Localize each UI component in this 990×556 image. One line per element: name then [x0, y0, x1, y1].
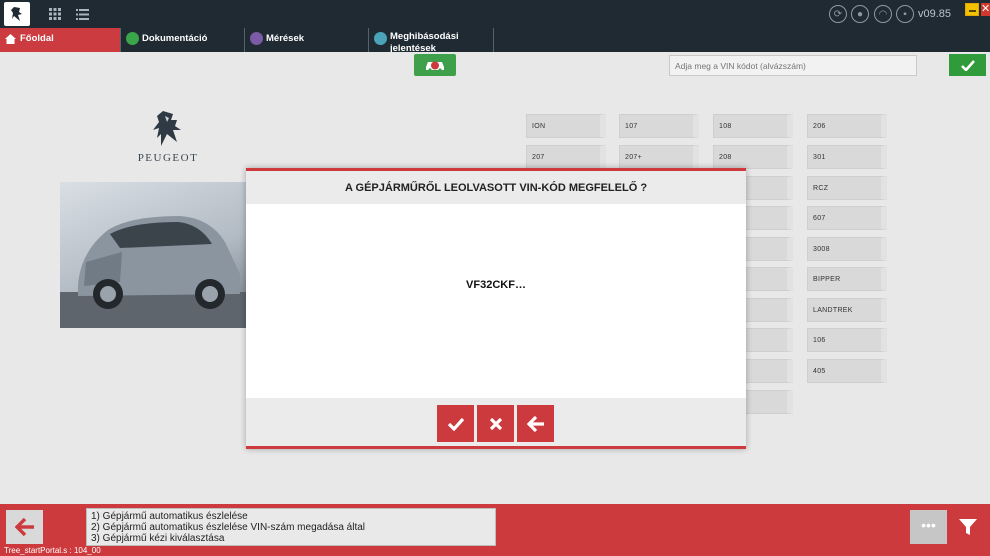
tab-bar: Főoldal Dokumentáció Mérések Meghibásodá…	[0, 28, 990, 54]
version-label: v09.85	[918, 8, 952, 20]
model-button[interactable]: 208	[713, 145, 793, 169]
step-item[interactable]: 2) Gépjármű automatikus észlelése VIN-sz…	[91, 522, 495, 533]
minimize-button[interactable]	[965, 3, 979, 16]
grid-view-icon[interactable]	[46, 6, 64, 22]
status-strip	[0, 549, 990, 556]
model-button[interactable]: 206	[807, 114, 887, 138]
dialog-back-button[interactable]	[517, 405, 554, 442]
model-button[interactable]: 405	[807, 359, 887, 383]
model-button[interactable]: 107	[619, 114, 699, 138]
close-button[interactable]: ✕	[981, 3, 990, 16]
vin-confirm-dialog: A GÉPJÁRMŰRŐL LEOLVASOTT VIN-KÓD MEGFELE…	[246, 168, 746, 449]
car-icon	[426, 61, 444, 72]
model-button[interactable]: LANDTREK	[807, 298, 887, 322]
sync-icon[interactable]: ⟳	[829, 5, 847, 23]
vin-submit-button[interactable]	[949, 54, 986, 76]
model-button[interactable]: BIPPER	[807, 267, 887, 291]
user-icon[interactable]: ●	[851, 5, 869, 23]
tab-measurements-label: Mérések	[266, 33, 305, 44]
home-icon	[4, 32, 17, 45]
model-button[interactable]: 106	[807, 328, 887, 352]
model-button[interactable]: 108	[713, 114, 793, 138]
model-button[interactable]: ION	[526, 114, 606, 138]
top-bar: ⟳ ● ◠ ▪ v09.85 ✕	[0, 0, 990, 28]
model-button[interactable]: 207	[526, 145, 606, 169]
dialog-title: A GÉPJÁRMŰRŐL LEOLVASOTT VIN-KÓD MEGFELE…	[246, 171, 746, 204]
model-button[interactable]: 301	[807, 145, 887, 169]
waveform-icon	[250, 32, 263, 45]
filter-icon	[959, 519, 977, 535]
tab-fault-reports-label: Meghibásodási jelentések	[390, 31, 459, 54]
reject-button[interactable]	[477, 405, 514, 442]
arrow-left-icon	[526, 415, 544, 432]
car-status-button[interactable]	[414, 54, 456, 76]
step-item[interactable]: 1) Gépjármű automatikus észlelése	[91, 511, 495, 522]
step-item[interactable]: 3) Gépjármű kézi kiválasztása	[91, 533, 495, 544]
check-icon	[960, 59, 975, 71]
brand-name: PEUGEOT	[137, 152, 199, 164]
arrow-left-icon	[14, 518, 34, 536]
dialog-footer	[246, 398, 746, 446]
status-text: Tree_startPortal.s : 104_00	[4, 546, 101, 555]
app-logo	[4, 2, 30, 26]
model-button[interactable]: 207+	[619, 145, 699, 169]
dialog-vin-value: VF32CKF…	[466, 279, 526, 291]
close-icon	[489, 417, 502, 430]
lock-icon[interactable]: ▪	[896, 5, 914, 23]
vin-input[interactable]	[669, 55, 917, 76]
filter-button[interactable]	[950, 510, 986, 544]
confirm-button[interactable]	[437, 405, 474, 442]
tab-home-label: Főoldal	[20, 33, 54, 44]
model-button[interactable]: RCZ	[807, 176, 887, 200]
wifi-icon[interactable]: ◠	[874, 5, 892, 23]
back-button[interactable]	[6, 510, 43, 544]
tab-fault-reports[interactable]: Meghibásodási jelentések	[370, 28, 494, 54]
model-button[interactable]: 607	[807, 206, 887, 230]
tab-documentation[interactable]: Dokumentáció	[122, 28, 245, 52]
tab-documentation-label: Dokumentáció	[142, 33, 208, 44]
check-icon	[447, 417, 464, 431]
tab-home[interactable]: Főoldal	[0, 28, 121, 52]
list-view-icon[interactable]	[73, 6, 91, 22]
car-image	[60, 182, 250, 328]
tab-measurements[interactable]: Mérések	[246, 28, 369, 52]
more-button[interactable]: •••	[910, 510, 947, 544]
fault-report-icon	[374, 32, 387, 45]
steps-list: 1) Gépjármű automatikus észlelése 2) Gép…	[86, 508, 496, 546]
model-button[interactable]: 3008	[807, 237, 887, 261]
document-icon	[126, 32, 139, 45]
